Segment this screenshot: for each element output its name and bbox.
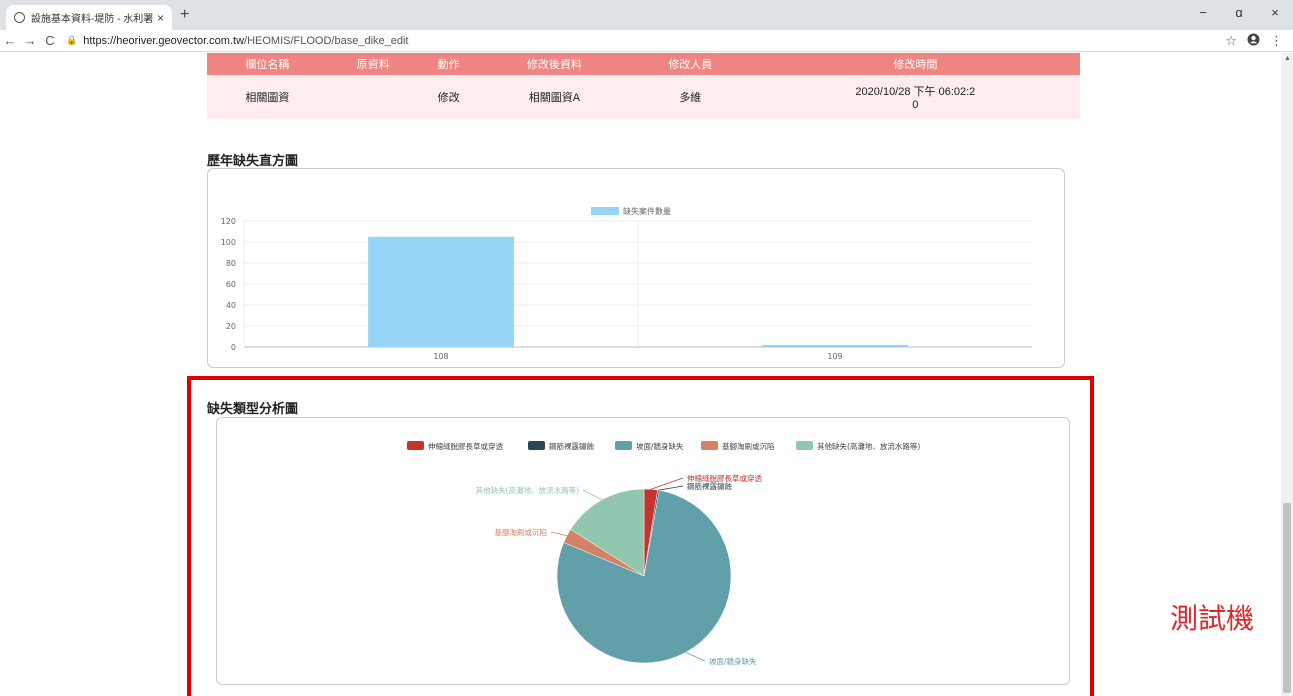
column-header: 原資料 [327,53,419,75]
scrollbar-thumb[interactable] [1283,503,1291,693]
y-tick-label: 40 [226,301,236,310]
table-row: 相關圖資 修改 相關圖資A 多維 2020/10/28 下午 06:02:2 0 [207,75,1080,119]
bar-chart-card: 缺失案件數量 0 20 40 60 80 100 120 108 109 [207,168,1065,368]
scroll-up-arrow-icon[interactable]: ▲ [1284,55,1291,62]
new-tab-button[interactable]: + [180,6,189,24]
column-header: 欄位名稱 [207,53,328,75]
table-cell: 多維 [629,75,751,119]
browser-tabbar: 設施基本資料-堤防 - 水利署櫃設 × + − ɑ × [0,0,1293,30]
column-header: 動作 [418,53,479,75]
url-field[interactable]: 🔒 https://heoriver.geovector.com.tw /HEO… [66,35,1225,47]
bar [762,344,908,347]
table-header-row: 欄位名稱 原資料 動作 修改後資料 修改人員 修改時間 [207,53,1080,75]
table-cell: 相關圖資A [478,75,630,119]
test-server-watermark: 測試機 [1170,602,1255,635]
url-domain: https://heoriver.geovector.com.tw [83,34,245,47]
page-viewport: 欄位名稱 原資料 動作 修改後資料 修改人員 修改時間 相關圖資 修改 相關圖資A 多維 2020… [0,53,1281,696]
highlight-frame [187,376,1094,696]
close-tab-icon[interactable]: × [157,11,164,25]
browser-menu-icon[interactable]: ⋮ [1270,33,1283,49]
window-close-button[interactable]: × [1257,0,1293,30]
y-tick-label: 60 [226,280,236,289]
column-header: 修改時間 [750,53,1080,75]
bar-chart-title: 歷年缺失直方圖 [207,153,299,168]
bookmark-star-icon[interactable]: ☆ [1225,33,1237,49]
y-tick-label: 20 [226,322,236,331]
browser-tab[interactable]: 設施基本資料-堤防 - 水利署櫃設 × [6,5,172,30]
forward-button[interactable]: → [20,33,40,48]
bar-chart: 缺失案件數量 0 20 40 60 80 100 120 108 109 [221,206,1032,361]
table-cell [327,75,419,119]
lock-icon: 🔒 [66,35,78,45]
globe-icon [14,12,25,23]
column-header: 修改人員 [629,53,751,75]
url-path: /HEOMIS/FLOOD/base_dike_edit [244,34,409,47]
minimize-button[interactable]: − [1185,0,1221,30]
y-tick-label: 80 [226,259,236,268]
maximize-button[interactable]: ɑ [1221,0,1257,30]
x-tick-label: 109 [827,352,842,361]
y-tick-label: 0 [231,343,236,352]
y-tick-label: 120 [221,217,236,226]
x-tick-label: 108 [433,352,448,361]
modification-history-table: 欄位名稱 原資料 動作 修改後資料 修改人員 修改時間 相關圖資 修改 相關圖資A 多維 2020… [207,53,1080,119]
reload-button[interactable]: C [40,33,60,48]
window-controls: − ɑ × [1185,0,1293,30]
table-cell: 相關圖資 [207,75,328,119]
legend-swatch [591,207,619,215]
bar [368,236,514,347]
table-body: 相關圖資 修改 相關圖資A 多維 2020/10/28 下午 06:02:2 0 [207,75,1080,119]
legend-label: 缺失案件數量 [623,206,671,216]
y-tick-label: 100 [221,238,236,247]
table-cell: 2020/10/28 下午 06:02:2 0 [750,75,1080,119]
address-bar: ← → C 🔒 https://heoriver.geovector.com.t… [0,30,1293,52]
profile-icon[interactable] [1247,33,1260,49]
vertical-scrollbar[interactable]: ▲ [1281,53,1293,696]
tab-title: 設施基本資料-堤防 - 水利署櫃設 [31,14,153,25]
legend: 缺失案件數量 [591,206,671,216]
column-header: 修改後資料 [478,53,630,75]
back-button[interactable]: ← [0,33,20,48]
table-cell: 修改 [418,75,479,119]
